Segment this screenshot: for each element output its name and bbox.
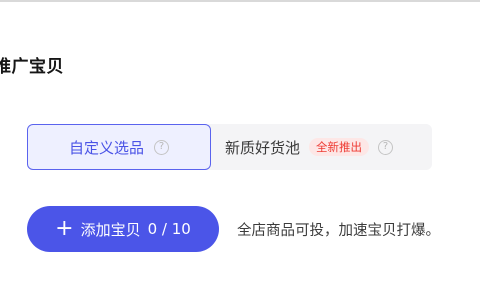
question-circle-icon[interactable]: ? [154, 139, 169, 155]
add-product-label: 添加宝贝 [80, 220, 141, 239]
question-circle-icon[interactable]: ? [378, 139, 394, 155]
top-divider [0, 0, 480, 2]
page: 推广宝贝 自定义选品 ? 新质好货池 全新推出 ? + 添加宝贝 0 / 10 … [0, 0, 480, 300]
add-product-count: 0 / 10 [147, 220, 191, 238]
hint-text: 全店商品可投，加速宝贝打爆。 [237, 223, 440, 239]
page-title: 推广宝贝 [0, 57, 64, 77]
new-badge: 全新推出 [309, 138, 370, 156]
segment-option-pool[interactable]: 新质好货池 全新推出 ? [208, 124, 432, 170]
segment-option-pool-label: 新质好货池 [225, 138, 301, 157]
segment-option-custom[interactable]: 自定义选品 ? [27, 124, 211, 170]
add-product-button[interactable]: + 添加宝贝 0 / 10 [27, 206, 219, 252]
segment-option-custom-label: 自定义选品 [68, 138, 144, 157]
product-selection-segment: 自定义选品 ? 新质好货池 全新推出 ? [27, 124, 432, 170]
plus-icon: + [55, 216, 74, 241]
